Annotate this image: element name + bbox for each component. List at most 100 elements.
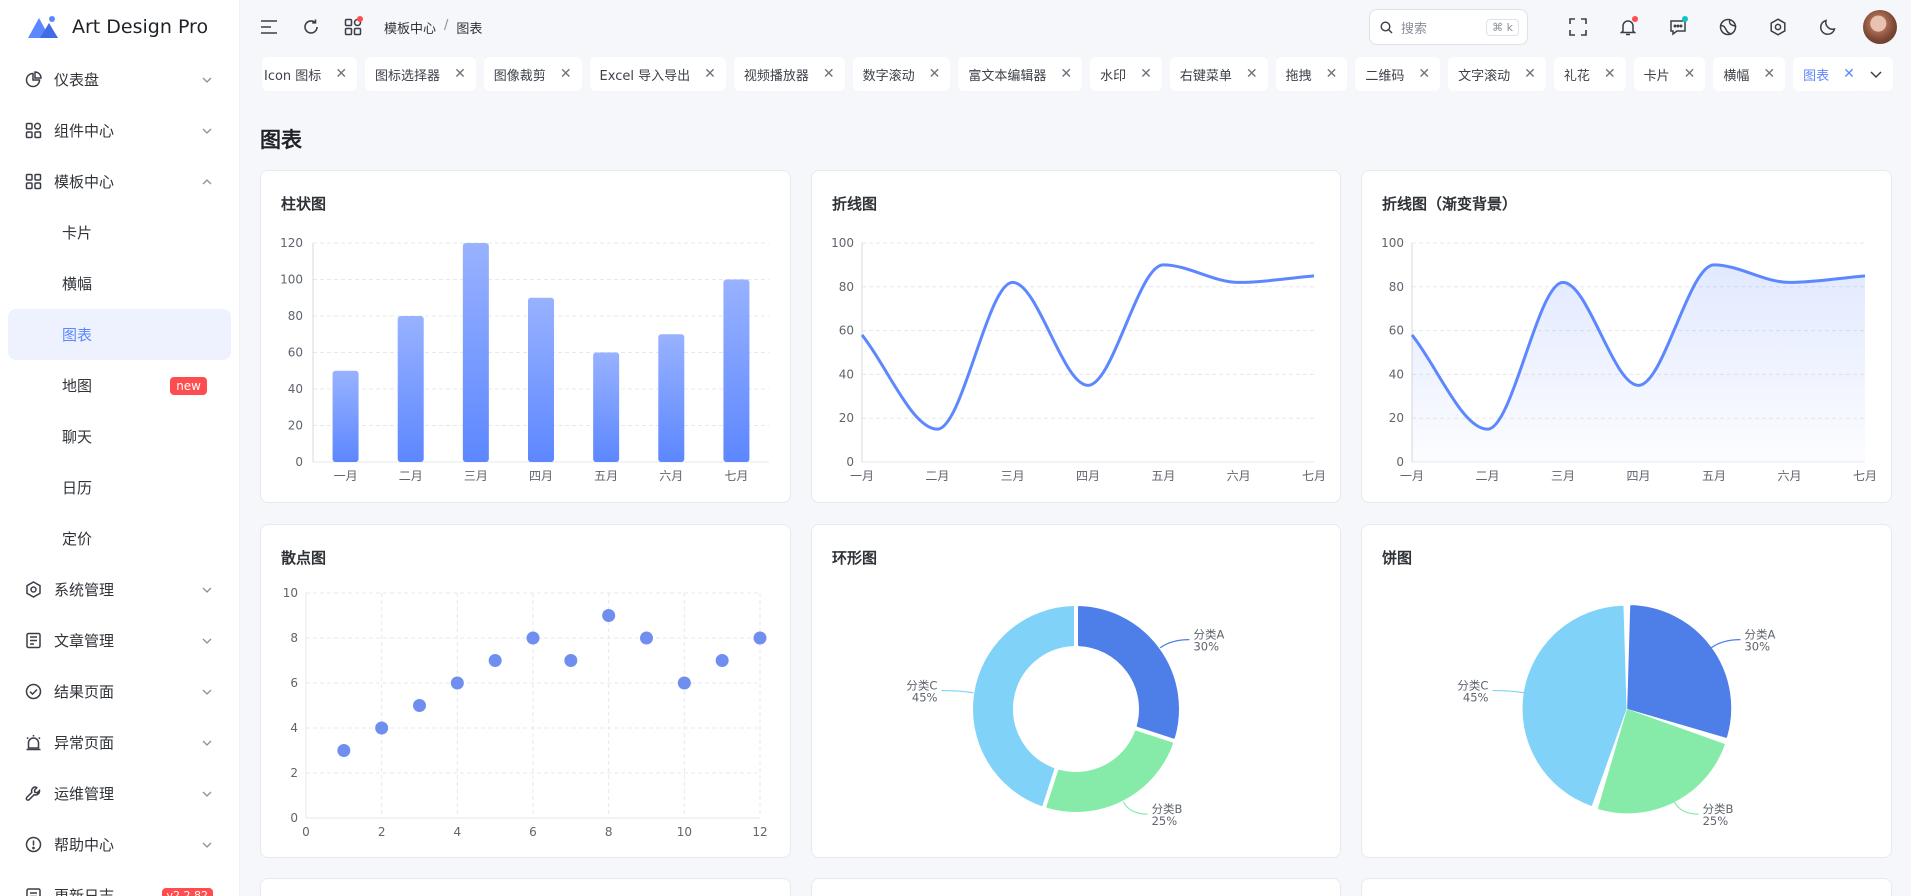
bar (658, 334, 685, 462)
language-icon[interactable] (1717, 16, 1739, 38)
close-icon[interactable]: ✕ (1246, 66, 1258, 82)
scatter-point (450, 676, 464, 690)
close-icon[interactable]: ✕ (560, 66, 572, 82)
tab-item[interactable]: 视频播放器 ✕ (733, 57, 845, 91)
chevron-down-icon (202, 638, 212, 644)
wrench-icon (24, 785, 42, 803)
card-partial (1361, 878, 1892, 896)
close-icon[interactable]: ✕ (1060, 66, 1072, 82)
app-logo[interactable]: Art Design Pro (0, 0, 239, 54)
sidebar-item-results[interactable]: 结果页面 (0, 666, 239, 717)
close-icon[interactable]: ✕ (1604, 66, 1616, 82)
tab-label: 图表 (1803, 68, 1830, 84)
y-tick-label: 100 (831, 236, 854, 250)
y-tick-label: 4 (290, 721, 298, 735)
close-icon[interactable]: ✕ (1140, 66, 1152, 82)
sidebar-subitem-charts[interactable]: 图表 (8, 309, 231, 360)
chevron-down-icon (202, 128, 212, 134)
close-icon[interactable]: ✕ (823, 66, 835, 82)
tab-item[interactable]: 图像裁剪 ✕ (483, 57, 582, 91)
card-pie-chart: 饼图 分类A 30% 分类B 25% 分类C 45% (1361, 524, 1892, 858)
label-leader (1710, 639, 1741, 649)
sidebar-subitem-pricing[interactable]: 定价 (8, 513, 231, 564)
tab-item[interactable]: 卡片 ✕ (1633, 57, 1706, 91)
topbar-actions: 搜索 ⌘ k (1369, 9, 1897, 45)
tab-item[interactable]: 图标选择器 ✕ (365, 57, 476, 91)
tab-label: 视频播放器 (743, 68, 809, 84)
breadcrumb-item: 图表 (456, 21, 483, 37)
x-tick-label: 一月 (334, 469, 358, 483)
scatter-chart: 0 2 4 6 8 10 0 2 4 6 8 10 12 (283, 586, 768, 839)
close-icon[interactable]: ✕ (1763, 66, 1775, 82)
label-leader (941, 689, 974, 694)
scatter-point (375, 721, 389, 735)
tab-label: Icon 图标 (264, 68, 322, 84)
close-icon[interactable]: ✕ (454, 66, 466, 82)
tab-item[interactable]: 文字滚动 ✕ (1448, 57, 1546, 91)
refresh-icon[interactable] (300, 16, 322, 38)
tab-item[interactable]: 水印 ✕ (1090, 57, 1162, 91)
tab-item[interactable]: 横幅 ✕ (1713, 57, 1786, 91)
grid-icon (24, 173, 42, 191)
donut-chart: 分类A30%分类B25%分类C45% (906, 606, 1224, 828)
menu-fold-icon[interactable] (258, 16, 280, 38)
pie-slice (1077, 606, 1179, 739)
bar (332, 370, 359, 462)
tab-item[interactable]: 数字滚动 ✕ (852, 57, 951, 91)
sidebar-item-templates[interactable]: 模板中心 (0, 156, 239, 207)
sidebar-subitem-calendar[interactable]: 日历 (8, 462, 231, 513)
apps-icon[interactable] (342, 16, 364, 38)
sidebar-item-label: 模板中心 (54, 173, 115, 191)
close-icon[interactable]: ✕ (1326, 66, 1338, 82)
breadcrumb-item[interactable]: 模板中心 (384, 18, 436, 37)
tab-item[interactable]: 右键菜单 ✕ (1169, 57, 1268, 91)
tab-label: 数字滚动 (862, 68, 915, 84)
avatar[interactable] (1863, 10, 1897, 44)
close-icon[interactable]: ✕ (704, 66, 716, 82)
sidebar-item-articles[interactable]: 文章管理 (0, 615, 239, 666)
y-tick-label: 80 (288, 309, 303, 323)
sidebar-subitem-map[interactable]: 地图 new (8, 360, 231, 411)
y-tick-label: 40 (288, 382, 303, 396)
settings-icon[interactable] (1767, 16, 1789, 38)
sidebar-item-components[interactable]: 组件中心 (0, 105, 239, 156)
close-icon[interactable]: ✕ (1843, 66, 1855, 82)
sidebar-subitem-chat[interactable]: 聊天 (8, 411, 231, 462)
x-tick-label: 一月 (1400, 469, 1424, 483)
sidebar-item-system[interactable]: 系统管理 (0, 564, 239, 615)
close-icon[interactable]: ✕ (1684, 66, 1696, 82)
moon-icon[interactable] (1817, 16, 1839, 38)
scatter-point (677, 676, 691, 690)
tab-item[interactable]: Icon 图标 ✕ (262, 57, 358, 91)
sidebar-item-ops[interactable]: 运维管理 (0, 768, 239, 819)
close-icon[interactable]: ✕ (1418, 66, 1430, 82)
fullscreen-icon[interactable] (1567, 16, 1589, 38)
bar-chart: 0 20 40 60 80 100 120 一月 二月 三月 四月 五月 六月 七月 (280, 236, 769, 483)
tab-item[interactable]: 二维码 ✕ (1355, 57, 1441, 91)
chat-icon[interactable] (1667, 16, 1689, 38)
sidebar-item-exceptions[interactable]: 异常页面 (0, 717, 239, 768)
tabs-more-button[interactable] (1859, 57, 1893, 91)
sidebar-subitem-banners[interactable]: 横幅 (8, 258, 231, 309)
tab-label: 横幅 (1723, 68, 1750, 84)
bell-icon[interactable] (1617, 16, 1639, 38)
tab-item[interactable]: 图表 ✕ (1793, 57, 1865, 91)
search-input[interactable]: 搜索 ⌘ k (1369, 9, 1528, 45)
series-line (860, 263, 1315, 431)
sidebar-subitem-cards[interactable]: 卡片 (8, 207, 231, 258)
tab-item[interactable]: 富文本编辑器 ✕ (958, 57, 1083, 91)
breadcrumb-separator: / (444, 17, 449, 33)
tab-item[interactable]: 拖拽 ✕ (1275, 57, 1348, 91)
x-tick-label: 七月 (1302, 469, 1326, 483)
tab-item[interactable]: Excel 导入导出 ✕ (589, 57, 726, 91)
x-tick-label: 一月 (850, 469, 874, 483)
sidebar-item-help[interactable]: 帮助中心 (0, 819, 239, 870)
tab-item[interactable]: 礼花 ✕ (1553, 57, 1626, 91)
close-icon[interactable]: ✕ (1524, 66, 1536, 82)
close-icon[interactable]: ✕ (335, 66, 347, 82)
sidebar-item-changelog[interactable]: 更新日志 v2.2.82 (0, 870, 239, 896)
close-icon[interactable]: ✕ (929, 66, 941, 82)
sidebar-item-dashboard[interactable]: 仪表盘 (0, 54, 239, 105)
x-tick-label: 0 (302, 825, 310, 839)
x-tick-label: 四月 (1076, 469, 1100, 483)
